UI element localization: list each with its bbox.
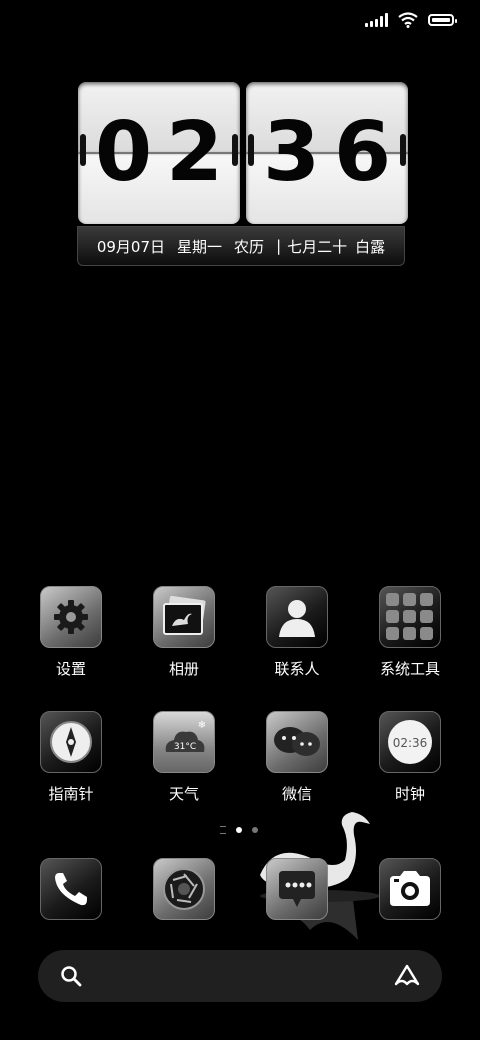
system-tools-folder-icon (379, 586, 441, 648)
camera-icon (379, 858, 441, 920)
app-wechat[interactable]: 微信 (242, 711, 352, 804)
page-menu-icon (220, 826, 226, 834)
date-bar: 09月07日 星期一 农历 | 七月二十 白露 (77, 226, 405, 266)
svg-text:❄: ❄ (198, 720, 206, 731)
app-gallery[interactable]: 相册 (129, 586, 239, 679)
weather-temp: 31°C (174, 742, 196, 752)
solar-term: 白露 (355, 237, 386, 256)
assistant-icon[interactable] (394, 964, 420, 988)
app-label: 设置 (55, 660, 86, 678)
search-bar[interactable] (38, 950, 442, 1002)
phone-icon (40, 858, 102, 920)
search-icon[interactable] (60, 965, 82, 987)
wechat-icon (266, 711, 328, 773)
status-bar (365, 8, 457, 32)
weekday-text: 星期一 (177, 237, 223, 256)
gear-icon (40, 586, 102, 648)
app-compass[interactable]: 指南针 (16, 711, 126, 804)
message-icon (266, 858, 328, 920)
app-label: 天气 (168, 785, 199, 803)
app-label: 时钟 (394, 785, 425, 803)
app-settings[interactable]: 设置 (16, 586, 126, 679)
dock-messages[interactable] (242, 858, 352, 920)
app-label: 相册 (168, 660, 199, 678)
page-dot (252, 827, 258, 833)
app-label: 联系人 (274, 660, 320, 678)
page-dot-active (236, 827, 242, 833)
lunar-date: 七月二十 (287, 237, 348, 256)
page-indicator[interactable] (220, 826, 258, 834)
lunar-label: 农历 (234, 237, 265, 256)
date-text: 09月07日 (96, 237, 166, 256)
separator: | (276, 237, 282, 255)
battery-icon (428, 14, 457, 26)
weather-icon: 31°C ❄ (153, 711, 215, 773)
app-label: 系统工具 (379, 660, 440, 678)
app-system-tools[interactable]: 系统工具 (355, 586, 465, 679)
camera-aperture-icon (153, 858, 215, 920)
signal-icon (365, 13, 388, 27)
dock-camera[interactable] (355, 858, 465, 920)
dock-browser[interactable] (129, 858, 239, 920)
clock-minute: 36 (262, 105, 406, 200)
clock-icon: 02:36 (379, 711, 441, 773)
clock-icon-time: 02:36 (393, 736, 428, 750)
contacts-icon (266, 586, 328, 648)
photo-album-icon (153, 586, 215, 648)
hour-card: 02 (78, 82, 240, 224)
minute-card: 36 (246, 82, 408, 224)
wifi-icon (398, 12, 418, 28)
app-contacts[interactable]: 联系人 (242, 586, 352, 679)
app-label: 微信 (281, 785, 312, 803)
app-label: 指南针 (48, 785, 94, 803)
app-weather[interactable]: 31°C ❄ 天气 (129, 711, 239, 804)
compass-icon (40, 711, 102, 773)
clock-widget[interactable]: 02 36 09月07日 星期一 农历 | 七月二十 白露 (77, 82, 408, 266)
clock-hour: 02 (94, 105, 238, 200)
dock-phone[interactable] (16, 858, 126, 920)
app-clock[interactable]: 02:36 时钟 (355, 711, 465, 804)
